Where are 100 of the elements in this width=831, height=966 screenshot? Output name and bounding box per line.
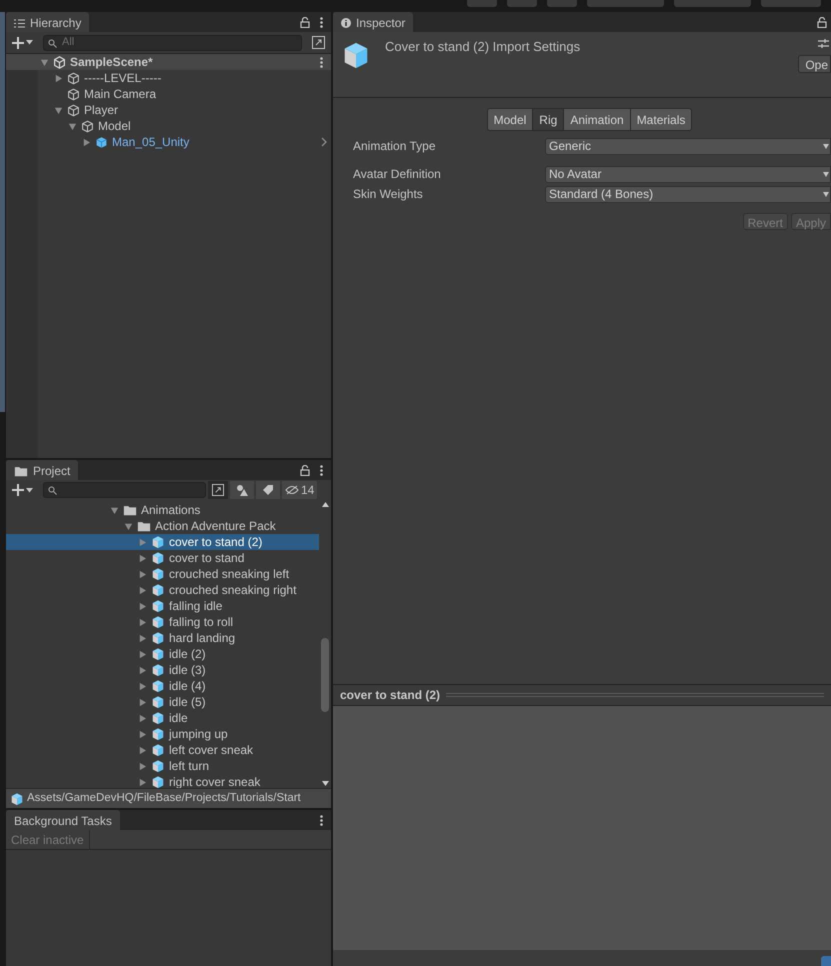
tree-row[interactable]: crouched sneaking right [6,582,319,598]
tree-row[interactable]: Player [6,102,331,118]
expanded-arrow-icon[interactable] [54,106,63,114]
project-tab[interactable]: Project [6,460,78,480]
item-label: idle (2) [169,646,206,663]
item-label: cover to stand [169,550,244,567]
model-icon [151,695,165,709]
filter-label-button[interactable] [256,481,280,499]
lock-icon[interactable] [817,17,827,28]
folder-icon [137,520,151,532]
plus-icon[interactable] [12,484,24,496]
tree-row[interactable]: Animations [6,502,319,518]
tree-row[interactable]: idle (4) [6,678,319,694]
collapsed-arrow-icon[interactable] [138,650,147,658]
item-label: SampleScene* [70,54,153,71]
collapsed-arrow-icon[interactable] [138,586,147,594]
tree-row[interactable]: idle (2) [6,646,319,662]
item-label: Model [98,118,131,135]
lock-icon[interactable] [300,17,310,28]
tree-row[interactable]: idle (3) [6,662,319,678]
tree-row[interactable]: Main Camera [6,86,331,102]
item-label: -----LEVEL----- [84,70,162,87]
scroll-down-icon[interactable] [322,781,329,786]
item-label: left cover sneak [169,742,254,759]
item-label: Main Camera [84,86,156,103]
scroll-up-icon[interactable] [322,502,329,507]
collapsed-arrow-icon[interactable] [138,554,147,562]
expanded-arrow-icon[interactable] [110,506,119,514]
plus-icon[interactable] [12,36,24,48]
dropdown-field[interactable]: No Avatar [545,166,831,182]
status-indicator [821,956,831,966]
importer-tab[interactable]: Rig [532,108,564,131]
tree-row[interactable]: idle [6,710,319,726]
more-icon[interactable] [320,56,323,68]
scene-row[interactable]: SampleScene* [6,54,331,70]
collapsed-arrow-icon[interactable] [138,730,147,738]
expanded-arrow-icon[interactable] [68,122,77,130]
search-field[interactable] [43,482,206,498]
model-icon [151,679,165,693]
settings-sliders-icon[interactable] [818,38,829,49]
collapsed-arrow-icon[interactable] [82,138,91,146]
filter-type-button[interactable] [230,481,254,499]
caret-icon[interactable] [26,488,33,492]
dropdown-field[interactable]: Generic [545,138,831,154]
tree-row[interactable]: -----LEVEL----- [6,70,331,86]
caret-icon[interactable] [26,40,33,45]
collapsed-arrow-icon[interactable] [138,634,147,642]
model-icon [151,599,165,613]
scrollbar-thumb[interactable] [321,638,329,712]
background-tasks-tab[interactable]: Background Tasks [6,810,120,830]
dropdown-field[interactable]: Standard (4 Bones) [545,186,831,202]
expanded-arrow-icon[interactable] [124,522,133,530]
field-label: Animation Type [353,138,436,155]
collapsed-arrow-icon[interactable] [138,618,147,626]
search-icon [48,486,57,494]
collapsed-arrow-icon[interactable] [138,682,147,690]
collapsed-arrow-icon[interactable] [138,666,147,674]
chevron-right-icon[interactable] [321,137,327,147]
tree-row[interactable]: cover to stand [6,550,319,566]
more-icon[interactable] [320,17,323,28]
importer-tab[interactable]: Model [486,108,534,131]
asset-path: Assets/GameDevHQ/FileBase/Projects/Tutorials/Start [27,790,301,806]
tree-row[interactable]: jumping up [6,726,319,742]
collapsed-arrow-icon[interactable] [138,714,147,722]
collapsed-arrow-icon[interactable] [138,698,147,706]
hierarchy-tab[interactable]: Hierarchy [6,12,90,32]
hidden-packages-button[interactable]: 14 [282,481,318,499]
tree-row[interactable]: Model [6,118,331,134]
cube-outline-icon [67,104,80,116]
more-icon[interactable] [320,465,323,476]
tree-row[interactable]: idle (5) [6,694,319,710]
open-button[interactable]: Ope [798,55,831,73]
lock-icon[interactable] [300,465,310,476]
expanded-arrow-icon[interactable] [40,58,49,66]
collapsed-arrow-icon[interactable] [54,74,63,82]
expand-window-button[interactable] [208,481,228,499]
tree-row[interactable]: left turn [6,758,319,774]
collapsed-arrow-icon[interactable] [138,570,147,578]
importer-tab[interactable]: Materials [630,108,692,131]
tree-row[interactable]: crouched sneaking left [6,566,319,582]
collapsed-arrow-icon[interactable] [138,746,147,754]
tree-row[interactable]: falling to roll [6,614,319,630]
tree-row[interactable]: left cover sneak [6,742,319,758]
importer-tab[interactable]: Animation [563,108,631,131]
info-icon [341,18,351,28]
search-field[interactable]: All [43,34,302,50]
list-icon [14,18,25,28]
tree-row[interactable]: Man_05_Unity [6,134,331,150]
collapsed-arrow-icon[interactable] [138,762,147,770]
collapsed-arrow-icon[interactable] [138,538,147,546]
tree-row[interactable]: cover to stand (2) [6,534,319,550]
expand-window-icon[interactable] [312,36,325,49]
tree-row[interactable]: Action Adventure Pack [6,518,319,534]
collapsed-arrow-icon[interactable] [138,778,147,786]
model-icon [151,615,165,629]
tree-row[interactable]: falling idle [6,598,319,614]
tree-row[interactable]: hard landing [6,630,319,646]
collapsed-arrow-icon[interactable] [138,602,147,610]
more-icon[interactable] [320,815,323,826]
inspector-tab[interactable]: Inspector [333,12,414,32]
